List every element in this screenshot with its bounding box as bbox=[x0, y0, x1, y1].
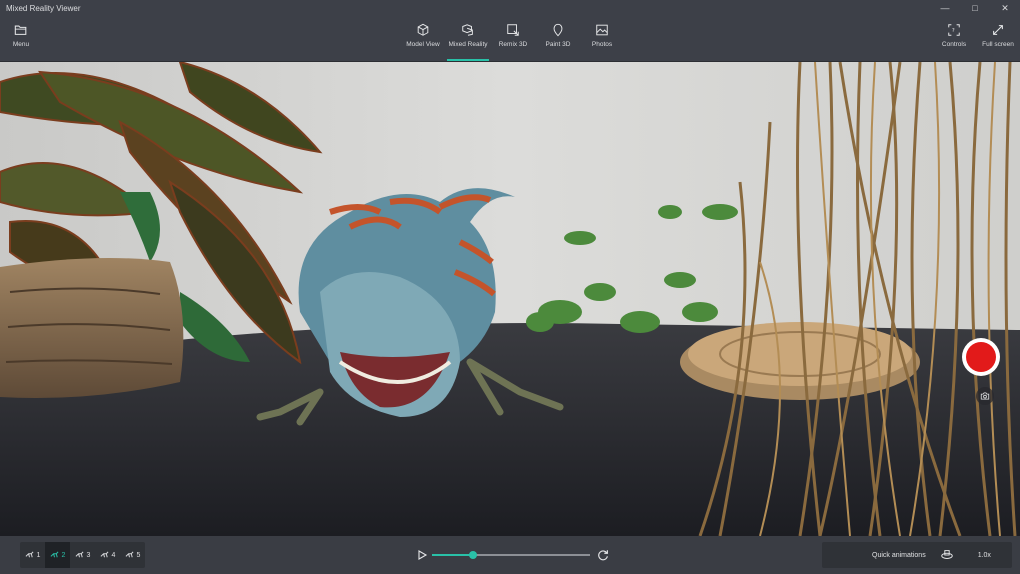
dinosaur-icon bbox=[25, 551, 33, 557]
take-photo-button[interactable] bbox=[976, 387, 994, 405]
dinosaur-icon bbox=[50, 551, 58, 557]
camera-icon bbox=[980, 392, 990, 400]
tab-label: Remix 3D bbox=[498, 41, 528, 48]
animation-number: 3 bbox=[86, 551, 91, 559]
svg-text:?: ? bbox=[952, 28, 955, 34]
fullscreen-button[interactable]: Full screen bbox=[982, 20, 1014, 58]
animation-number: 1 bbox=[36, 551, 41, 559]
tab-label: Mixed Reality bbox=[448, 41, 488, 48]
timeline-thumb[interactable] bbox=[469, 551, 478, 559]
minimize-button[interactable]: — bbox=[930, 0, 960, 16]
animation-button-5[interactable]: 5 bbox=[120, 542, 145, 568]
fullscreen-icon bbox=[993, 25, 1003, 35]
timeline-progress bbox=[432, 554, 474, 556]
tab-paint-3d[interactable]: Paint 3D bbox=[543, 20, 573, 58]
dinosaur-icon bbox=[100, 551, 108, 557]
animation-number: 5 bbox=[136, 551, 141, 559]
animation-button-4[interactable]: 4 bbox=[95, 542, 120, 568]
rotate-model-icon[interactable] bbox=[940, 548, 954, 562]
tab-photos[interactable]: Photos bbox=[590, 20, 614, 58]
animation-number: 2 bbox=[61, 551, 66, 559]
animation-button-3[interactable]: 3 bbox=[70, 542, 95, 568]
window-controls: — □ ✕ bbox=[930, 0, 1020, 16]
dinosaur-icon bbox=[125, 551, 133, 557]
camera-viewport[interactable] bbox=[0, 62, 1020, 536]
speed-selector[interactable]: 1.0x bbox=[978, 552, 991, 559]
bottom-bar: 1 2 3 4 5 Quick animations 1.0x bbox=[0, 536, 1020, 574]
folder-icon bbox=[14, 25, 27, 35]
title-bar: Mixed Reality Viewer — □ ✕ bbox=[0, 0, 1020, 16]
record-dot-icon bbox=[966, 342, 996, 372]
animation-selector: 1 2 3 4 5 bbox=[20, 542, 145, 568]
mixed-reality-scene bbox=[0, 62, 1020, 536]
paint-3d-icon bbox=[553, 23, 563, 37]
close-button[interactable]: ✕ bbox=[990, 0, 1020, 16]
mixed-reality-icon bbox=[462, 24, 473, 36]
cube-icon bbox=[417, 23, 429, 36]
quick-animations-label: Quick animations bbox=[872, 551, 926, 559]
controls-button[interactable]: ? Controls bbox=[940, 20, 968, 58]
dinosaur-icon bbox=[75, 551, 83, 557]
tab-mixed-reality[interactable]: Mixed Reality bbox=[447, 20, 489, 61]
menu-label: Menu bbox=[12, 41, 30, 48]
play-icon[interactable] bbox=[416, 549, 428, 561]
tab-label: Model View bbox=[406, 41, 440, 48]
photos-icon bbox=[596, 24, 608, 36]
tab-model-view[interactable]: Model View bbox=[404, 20, 442, 58]
remix-3d-icon bbox=[507, 24, 519, 36]
reset-icon[interactable] bbox=[596, 548, 610, 562]
animation-button-2[interactable]: 2 bbox=[45, 542, 70, 568]
animation-button-1[interactable]: 1 bbox=[20, 542, 45, 568]
tab-remix-3d[interactable]: Remix 3D bbox=[497, 20, 529, 58]
record-button[interactable] bbox=[962, 338, 1000, 376]
menu-button[interactable]: Menu bbox=[8, 20, 34, 58]
animation-number: 4 bbox=[111, 551, 116, 559]
controls-label: Controls bbox=[941, 41, 967, 48]
timeline-slider[interactable] bbox=[432, 551, 590, 559]
window-title: Mixed Reality Viewer bbox=[6, 3, 81, 13]
quick-animations-panel: Quick animations 1.0x bbox=[822, 542, 1012, 568]
tab-label: Photos bbox=[591, 41, 613, 48]
fullscreen-label: Full screen bbox=[982, 41, 1014, 48]
controls-icon: ? bbox=[948, 24, 960, 36]
maximize-button[interactable]: □ bbox=[960, 0, 990, 16]
toolbar: Menu Model View Mixed Reality Remix 3D P… bbox=[0, 16, 1020, 62]
tab-label: Paint 3D bbox=[545, 41, 571, 48]
